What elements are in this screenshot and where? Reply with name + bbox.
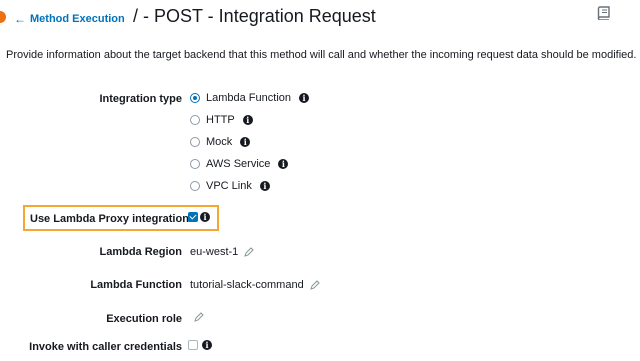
info-icon[interactable]: i — [278, 159, 289, 169]
pencil-icon[interactable] — [194, 312, 204, 322]
lambda-region-value-row: eu-west-1 — [190, 246, 255, 258]
radio-label: VPC Link — [206, 180, 252, 192]
info-icon[interactable]: i — [200, 212, 210, 222]
radio-mock[interactable]: Mock i — [190, 136, 251, 148]
arrow-left-icon: ← — [14, 12, 26, 26]
radio-button[interactable] — [190, 115, 200, 125]
proxy-integration-label: Use Lambda Proxy integration — [30, 213, 189, 225]
proxy-integration-control: i — [188, 212, 210, 222]
status-dot — [0, 11, 6, 23]
lambda-region-label: Lambda Region — [99, 246, 182, 258]
info-icon[interactable]: i — [242, 115, 253, 125]
radio-button[interactable] — [190, 181, 200, 191]
invoke-caller-credentials-label: Invoke with caller credentials — [29, 341, 182, 353]
radio-button[interactable] — [190, 137, 200, 147]
pencil-icon[interactable] — [309, 280, 320, 290]
radio-lambda-function[interactable]: Lambda Function i — [190, 92, 309, 104]
info-icon[interactable]: i — [259, 181, 270, 191]
lambda-function-value-row: tutorial-slack-command — [190, 279, 320, 291]
radio-button[interactable] — [190, 159, 200, 169]
info-icon[interactable]: i — [202, 340, 212, 350]
info-icon[interactable]: i — [240, 137, 251, 147]
book-icon[interactable] — [597, 6, 611, 20]
pencil-icon[interactable] — [244, 247, 255, 257]
integration-type-label: Integration type — [99, 93, 182, 105]
radio-aws-service[interactable]: AWS Service i — [190, 158, 289, 170]
radio-label: Lambda Function — [206, 92, 291, 104]
page-title: / - POST - Integration Request — [133, 6, 376, 26]
integration-request-page: ← Method Execution / - POST - Integratio… — [0, 0, 640, 361]
lambda-function-label: Lambda Function — [90, 279, 182, 291]
invoke-caller-credentials-checkbox[interactable] — [188, 340, 198, 350]
page-description: Provide information about the target bac… — [6, 49, 637, 61]
radio-button[interactable] — [190, 93, 200, 103]
invoke-caller-credentials-control: i — [188, 340, 212, 350]
execution-role-value-row — [188, 312, 204, 322]
lambda-function-value: tutorial-slack-command — [190, 279, 304, 291]
radio-vpc-link[interactable]: VPC Link i — [190, 180, 270, 192]
lambda-region-value: eu-west-1 — [190, 246, 239, 258]
radio-label: Mock — [206, 136, 233, 148]
back-to-method-execution-link[interactable]: ← Method Execution — [14, 12, 125, 26]
radio-http[interactable]: HTTP i — [190, 114, 253, 126]
execution-role-label: Execution role — [106, 313, 182, 325]
radio-label: HTTP — [206, 114, 235, 126]
proxy-integration-checkbox[interactable] — [188, 212, 198, 222]
info-icon[interactable]: i — [299, 93, 309, 103]
back-link-label: Method Execution — [30, 13, 125, 25]
radio-label: AWS Service — [206, 158, 271, 170]
